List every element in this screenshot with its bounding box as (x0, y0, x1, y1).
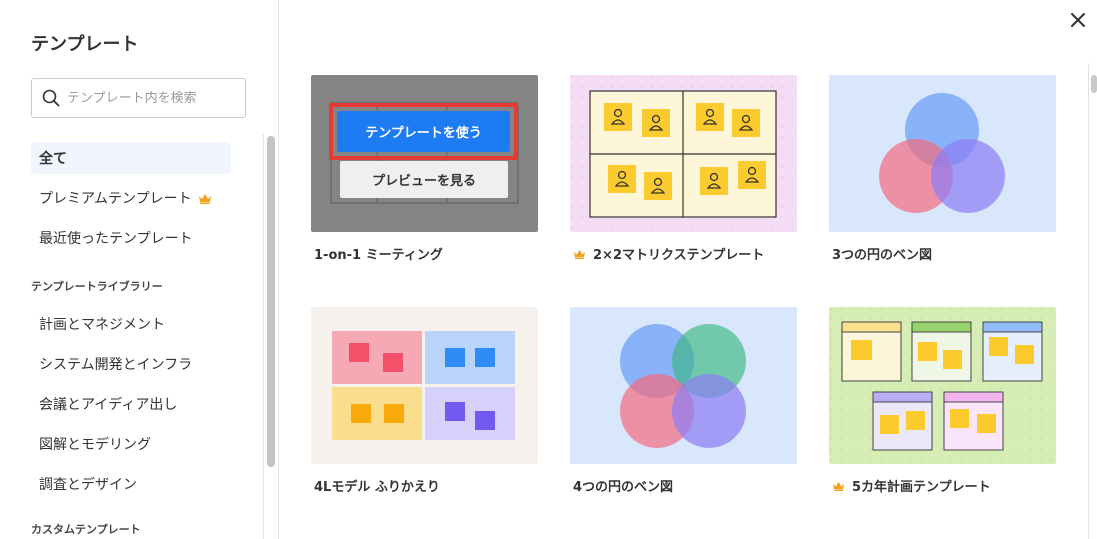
sidebar-title: テンプレート (31, 34, 139, 55)
card-label-row: 3つの円のベン図 (829, 244, 1056, 263)
menu-item-meetings[interactable]: 会議とアイディア出し (31, 388, 231, 420)
template-thumbnail[interactable] (570, 307, 797, 464)
menu-item-label: 全て (39, 151, 67, 167)
card-label-row: 4Lモデル ふりかえり (311, 476, 538, 495)
card-title: 5カ年計画テンプレート (852, 480, 991, 495)
menu-item-label: 計画とマネジメント (39, 317, 165, 333)
card-label-row: 2×2マトリクステンプレート (570, 244, 797, 263)
template-card-5-year-plan[interactable]: 5カ年計画テンプレート (829, 307, 1056, 495)
menu-item-label: 図解とモデリング (39, 437, 151, 453)
library-menu: 計画とマネジメント システム開発とインフラ 会議とアイディア出し 図解とモデリン… (31, 308, 231, 508)
template-thumbnail[interactable] (311, 307, 538, 464)
template-card-3-venn[interactable]: 3つの円のベン図 (829, 75, 1056, 263)
content-scrollbar[interactable] (1091, 75, 1097, 93)
menu-item-label: システム開発とインフラ (39, 357, 193, 373)
template-thumbnail[interactable]: テンプレートを使う プレビューを見る (311, 75, 538, 232)
crown-icon (198, 193, 211, 204)
menu-item-label: 会議とアイディア出し (39, 397, 178, 413)
sidebar-scrollbar[interactable] (267, 136, 275, 467)
menu-item-label: 調査とデザイン (39, 477, 137, 493)
close-icon[interactable] (1068, 10, 1088, 30)
search-icon (42, 89, 60, 107)
template-thumbnail[interactable] (570, 75, 797, 232)
content-scrollbar-track (1088, 63, 1089, 539)
menu-item-label: プレミアムテンプレート (39, 191, 192, 207)
menu-item-recent[interactable]: 最近使ったテンプレート (31, 222, 231, 254)
card-title: 2×2マトリクステンプレート (593, 248, 765, 263)
sidebar-scrollbar-track (263, 134, 264, 539)
template-thumbnail[interactable] (829, 75, 1056, 232)
main-menu: 全て プレミアムテンプレート 最近使ったテンプレート (31, 142, 231, 262)
template-card-1on1[interactable]: テンプレートを使う プレビューを見る 1-on-1 ミーティング (311, 75, 538, 263)
menu-item-planning[interactable]: 計画とマネジメント (31, 308, 231, 340)
thumbnail-image (879, 93, 1005, 213)
template-card-4-venn[interactable]: 4つの円のベン図 (570, 307, 797, 495)
search-input[interactable] (67, 90, 237, 106)
card-title: 4Lモデル ふりかえり (314, 480, 440, 495)
menu-item-premium[interactable]: プレミアムテンプレート (31, 182, 231, 214)
search-box[interactable] (31, 78, 246, 118)
preview-button[interactable]: プレビューを見る (340, 161, 508, 198)
template-card-4l-retro[interactable]: 4Lモデル ふりかえり (311, 307, 538, 495)
card-label-row: 1-on-1 ミーティング (311, 244, 538, 263)
template-card-2x2-matrix[interactable]: 2×2マトリクステンプレート (570, 75, 797, 263)
thumbnail-image (332, 331, 515, 440)
menu-item-system-dev[interactable]: システム開発とインフラ (31, 348, 231, 380)
template-sidebar: テンプレート 全て プレミアムテンプレート 最近使ったテンプレート テンプレート… (0, 0, 279, 539)
thumbnail-image (829, 307, 1056, 464)
menu-item-label: 最近使ったテンプレート (39, 231, 193, 247)
template-thumbnail[interactable] (829, 307, 1056, 464)
library-section-title: テンプレートライブラリー (31, 280, 163, 293)
card-title: 4つの円のベン図 (573, 480, 674, 495)
menu-item-diagrams[interactable]: 図解とモデリング (31, 428, 231, 460)
use-template-button[interactable]: テンプレートを使う (337, 111, 510, 152)
crown-icon (574, 249, 585, 259)
menu-item-all[interactable]: 全て (31, 142, 231, 174)
thumbnail-image (620, 324, 746, 448)
custom-section-title: カスタムテンプレート (31, 523, 141, 536)
card-title: 1-on-1 ミーティング (314, 248, 443, 263)
card-label-row: 4つの円のベン図 (570, 476, 797, 495)
menu-item-research[interactable]: 調査とデザイン (31, 468, 231, 500)
card-label-row: 5カ年計画テンプレート (829, 476, 1056, 495)
card-title: 3つの円のベン図 (832, 248, 933, 263)
thumbnail-image (570, 75, 797, 232)
crown-icon (833, 481, 844, 491)
